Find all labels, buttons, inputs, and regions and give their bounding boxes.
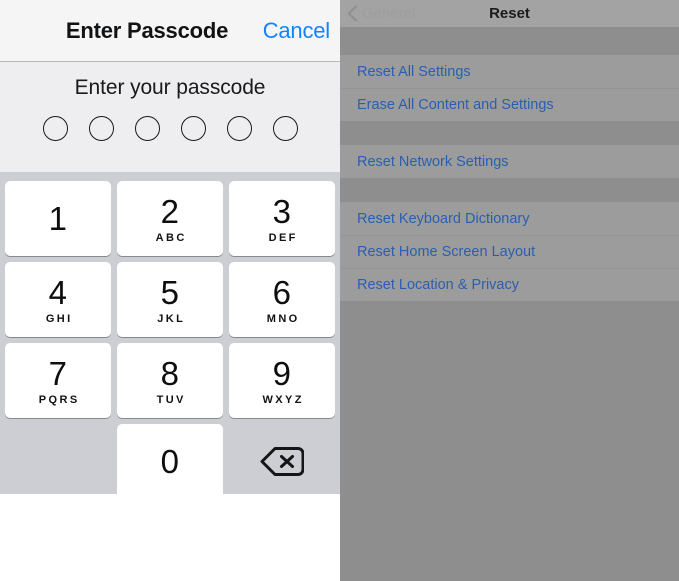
passcode-dot <box>42 116 68 141</box>
passcode-panel: Enter Passcode Cancel Enter your passcod… <box>0 0 340 581</box>
list-group: Reset All Settings Erase All Content and … <box>340 55 679 121</box>
reset-options-list: Reset All Settings Erase All Content and … <box>340 27 679 301</box>
settings-reset-panel: General Reset Reset All Settings Erase Al… <box>340 0 679 581</box>
list-item[interactable]: Reset Network Settings <box>340 145 679 178</box>
passcode-dot <box>134 116 160 141</box>
keypad-key-digit: 5 <box>160 274 180 311</box>
passcode-dot <box>88 116 114 141</box>
list-group-gap <box>340 27 679 55</box>
keypad-spacer <box>5 424 111 499</box>
keypad-key-digit: 4 <box>48 274 68 311</box>
passcode-prompt-text: Enter your passcode <box>74 76 266 99</box>
passcode-dot <box>180 116 206 141</box>
keypad-key-5[interactable]: 5 JKL <box>117 262 223 337</box>
keypad-key-letters: GHI <box>45 313 73 325</box>
keypad-key-digit: 2 <box>160 193 180 230</box>
keypad-key-6[interactable]: 6 MNO <box>229 262 335 337</box>
settings-nav-bar: General Reset <box>340 0 679 27</box>
keypad-key-letters: TUV <box>156 394 186 406</box>
list-group-gap <box>340 178 679 202</box>
keypad-key-letters: DEF <box>268 232 298 244</box>
keypad-key-2[interactable]: 2 ABC <box>117 181 223 256</box>
passcode-header-bar: Enter Passcode Cancel <box>0 0 340 62</box>
keypad-key-4[interactable]: 4 GHI <box>5 262 111 337</box>
keypad-key-1[interactable]: 1 <box>5 181 111 256</box>
list-item[interactable]: Reset Location & Privacy <box>340 268 679 301</box>
keypad-key-digit: 8 <box>160 355 180 392</box>
keypad-key-digit: 3 <box>272 193 292 230</box>
keypad-key-letters: JKL <box>157 313 186 325</box>
keypad-key-digit: 1 <box>48 200 68 237</box>
passcode-dot <box>226 116 252 141</box>
keypad-key-letters: PQRS <box>38 394 80 406</box>
list-item[interactable]: Reset Keyboard Dictionary <box>340 202 679 235</box>
list-item[interactable]: Reset Home Screen Layout <box>340 235 679 268</box>
screenshot-root: Enter Passcode Cancel Enter your passcod… <box>0 0 679 581</box>
keypad-key-9[interactable]: 9 WXYZ <box>229 343 335 418</box>
keypad-key-digit: 6 <box>272 274 292 311</box>
list-group-gap <box>340 121 679 145</box>
keypad-key-letters: WXYZ <box>262 394 304 406</box>
passcode-cancel-button[interactable]: Cancel <box>263 0 330 61</box>
passcode-dot <box>272 116 298 141</box>
keypad-key-7[interactable]: 7 PQRS <box>5 343 111 418</box>
keypad-key-letters: ABC <box>155 232 187 244</box>
backspace-icon <box>260 447 304 476</box>
keypad-key-8[interactable]: 8 TUV <box>117 343 223 418</box>
keypad-key-0[interactable]: 0 <box>117 424 223 499</box>
keypad-key-digit: 9 <box>272 355 292 392</box>
passcode-dots <box>0 116 340 141</box>
keypad-key-3[interactable]: 3 DEF <box>229 181 335 256</box>
keypad-key-digit: 7 <box>48 355 68 392</box>
list-item[interactable]: Erase All Content and Settings <box>340 88 679 121</box>
keypad-row: 4 GHI 5 JKL 6 MNO <box>2 262 338 337</box>
keypad-key-letters: MNO <box>266 313 300 325</box>
keypad-row: 1 2 ABC 3 DEF <box>2 181 338 256</box>
passcode-bottom-area <box>0 494 340 581</box>
passcode-prompt-area: Enter your passcode <box>0 62 340 172</box>
numeric-keypad: 1 2 ABC 3 DEF 4 GHI 5 JKL 6 MNO 7 PQRS 8 TUV 9 WXYZ 0 <box>0 172 340 499</box>
keypad-key-digit: 0 <box>160 443 180 480</box>
settings-page-title: Reset <box>489 5 530 22</box>
list-group: Reset Network Settings <box>340 145 679 178</box>
keypad-delete-button[interactable] <box>229 424 335 499</box>
list-group: Reset Keyboard Dictionary Reset Home Scre… <box>340 202 679 301</box>
list-item[interactable]: Reset All Settings <box>340 55 679 88</box>
keypad-row: 7 PQRS 8 TUV 9 WXYZ <box>2 343 338 418</box>
keypad-row: 0 <box>2 424 338 499</box>
